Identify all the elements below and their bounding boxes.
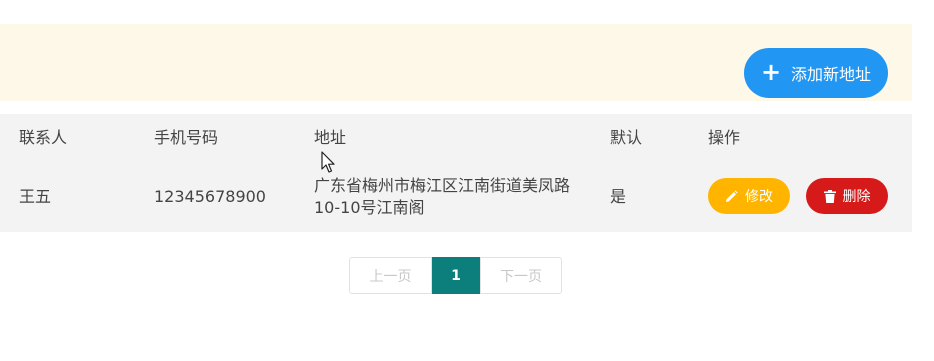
column-header-phone: 手机号码 (154, 128, 219, 147)
trash-icon (823, 189, 836, 203)
address-toolbar: + 添加新地址 (0, 24, 912, 101)
column-header-default: 默认 (610, 128, 643, 147)
mouse-cursor-icon (321, 151, 335, 173)
delete-button[interactable]: 删除 (806, 178, 888, 214)
phone-number: 12345678900 (154, 187, 266, 206)
add-address-button[interactable]: + 添加新地址 (744, 48, 888, 98)
default-flag: 是 (610, 187, 627, 206)
prev-page-button[interactable]: 上一页 (349, 257, 432, 294)
address-text: 广东省梅州市梅江区江南街道美凤路10-10号江南阁 (314, 176, 571, 217)
column-header-address: 地址 (314, 128, 347, 147)
delete-label: 删除 (842, 189, 871, 205)
contact-name: 王五 (19, 187, 52, 206)
pagination: 上一页 1 下一页 (349, 257, 562, 294)
column-header-contact: 联系人 (19, 128, 68, 147)
edit-button[interactable]: 修改 (708, 178, 790, 214)
current-page-button[interactable]: 1 (432, 257, 480, 294)
plus-icon: + (760, 58, 782, 86)
edit-label: 修改 (745, 189, 773, 205)
next-page-button[interactable]: 下一页 (480, 257, 562, 294)
pencil-icon (726, 189, 738, 202)
add-address-label: 添加新地址 (791, 65, 872, 84)
column-header-actions: 操作 (708, 128, 741, 147)
address-table: 联系人 手机号码 地址 默认 操作 王五 12345678900 广东省梅州市梅… (0, 114, 912, 232)
